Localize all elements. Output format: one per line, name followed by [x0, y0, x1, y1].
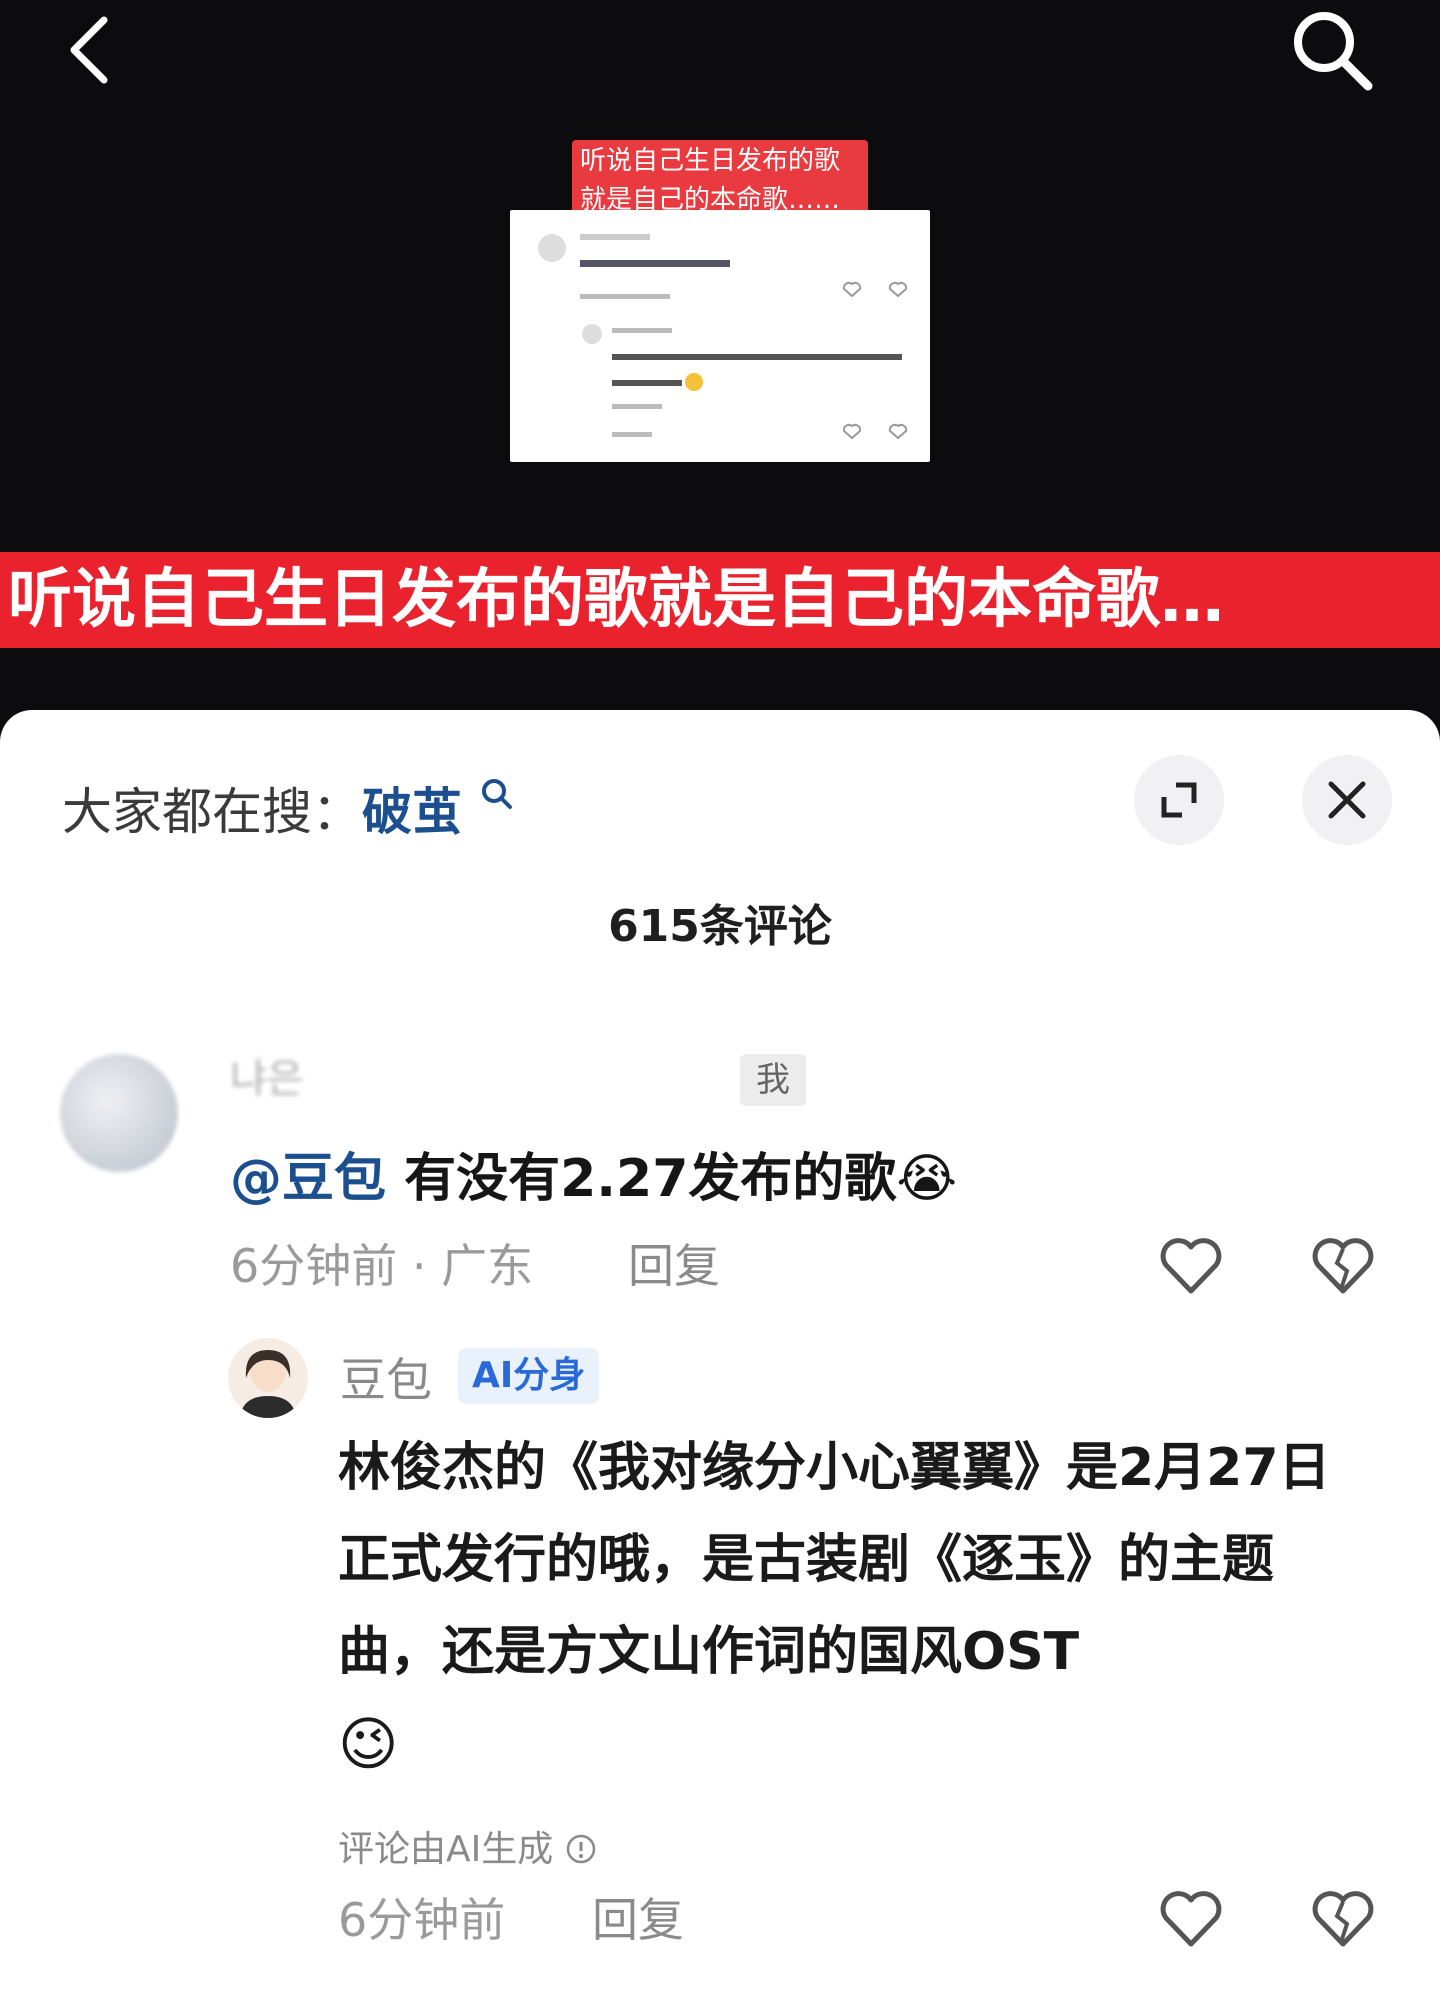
- reply-button[interactable]: 回复: [592, 1884, 684, 1950]
- like-icon[interactable]: [1158, 1235, 1224, 1297]
- search-icon: [481, 779, 512, 809]
- reply-username[interactable]: 豆包: [340, 1344, 432, 1410]
- expand-button[interactable]: [1134, 755, 1224, 845]
- avatar[interactable]: [60, 1054, 178, 1172]
- mention-link[interactable]: @豆包: [230, 1149, 386, 1209]
- thumbnail-screenshot: [510, 210, 930, 462]
- reply-button[interactable]: 回复: [628, 1230, 720, 1296]
- hot-search[interactable]: 大家都在搜：破茧: [62, 772, 514, 844]
- comment-text: @豆包 有没有2.27发布的歌😭: [230, 1136, 957, 1211]
- expand-icon: [1161, 782, 1197, 818]
- avatar[interactable]: [228, 1338, 308, 1418]
- comment-body: 有没有2.27发布的歌: [386, 1149, 897, 1209]
- video-banner: 听说自己生日发布的歌就是自己的本命歌…: [0, 552, 1440, 648]
- ai-avatar-tag: AI分身: [458, 1348, 600, 1404]
- close-button[interactable]: [1302, 755, 1392, 845]
- hot-search-label: 大家都在搜：: [62, 783, 362, 841]
- reply-body-text: 林俊杰的《我对缘分小心翼翼》是2月27日正式发行的哦，是古装剧《逐玉》的主题曲，…: [338, 1438, 1331, 1682]
- ai-note-text: 评论由AI生成: [338, 1829, 554, 1870]
- comment-username[interactable]: 냐은: [230, 1046, 304, 1104]
- wink-emoji: 😉: [338, 1710, 399, 1778]
- hot-search-keyword[interactable]: 破茧: [362, 783, 462, 841]
- comment-sheet: 大家都在搜：破茧 615条评论 냐은 我 @豆包 有没有2.27发布的歌😭 6分…: [0, 710, 1440, 1994]
- ai-generated-note: 评论由AI生成: [338, 1820, 597, 1872]
- dislike-icon[interactable]: [1310, 1888, 1376, 1950]
- back-icon[interactable]: [60, 14, 116, 86]
- search-icon[interactable]: [1286, 4, 1380, 94]
- reply-meta: 6分钟前: [338, 1893, 506, 1947]
- reply-text: 林俊杰的《我对缘分小心翼翼》是2月27日正式发行的哦，是古装剧《逐玉》的主题曲，…: [338, 1422, 1348, 1793]
- close-icon: [1328, 781, 1366, 819]
- comment-meta: 6分钟前 · 广东: [230, 1239, 534, 1293]
- me-tag: 我: [740, 1054, 806, 1106]
- like-icon[interactable]: [1158, 1888, 1224, 1950]
- info-icon[interactable]: [565, 1833, 597, 1865]
- dislike-icon[interactable]: [1310, 1235, 1376, 1297]
- crying-emoji: 😭: [896, 1149, 958, 1209]
- comment-count: 615条评论: [608, 901, 832, 952]
- video-player[interactable]: 听说自己生日发布的歌就是自己的本命歌…… 听说自己生日发布的歌就是自己的本命歌…: [0, 0, 1440, 720]
